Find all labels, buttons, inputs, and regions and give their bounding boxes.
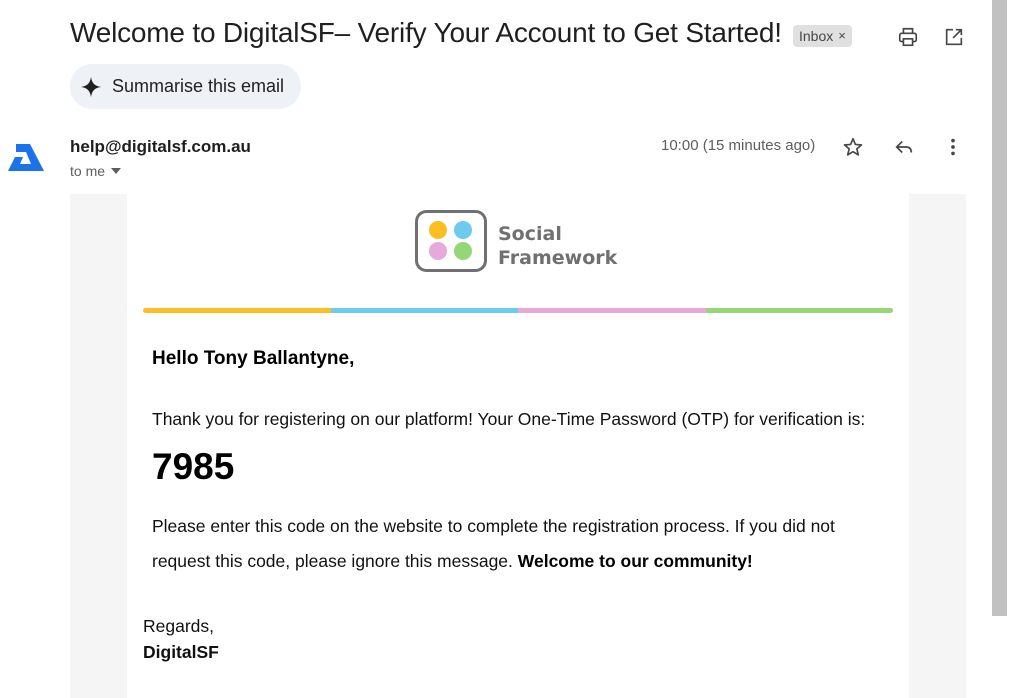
label-text: Inbox (799, 28, 834, 44)
print-icon (898, 27, 918, 47)
open-in-new-window-button[interactable] (942, 25, 966, 49)
stripe-blue (331, 308, 518, 313)
recipient-details-toggle[interactable]: to me (70, 163, 122, 179)
logo-text-social: Social (498, 223, 562, 245)
star-button[interactable] (841, 135, 865, 159)
signature-text: DigitalSF (143, 642, 219, 662)
social-framework-logo: Social Framework (415, 210, 618, 272)
logo-text-framework: Framework (498, 247, 618, 269)
thanks-text: Thank you for registering on our platfor… (152, 409, 866, 429)
stripe-yellow (143, 308, 331, 313)
recipient-label: to me (70, 163, 106, 179)
summarise-label: Summarise this email (112, 76, 285, 96)
sparkle-icon (80, 76, 102, 97)
welcome-text: Welcome to our community! (517, 551, 753, 571)
print-button[interactable] (896, 25, 920, 49)
inbox-label-badge[interactable]: Inbox × (793, 25, 852, 47)
instructions-paragraph: Please enter this code on the website to… (152, 509, 882, 579)
reply-button[interactable] (891, 135, 917, 159)
email-timestamp: 10:00 (15 minutes ago) (661, 137, 816, 154)
open-in-new-icon (945, 28, 963, 46)
star-icon (843, 137, 863, 156)
regards-text: Regards, (143, 616, 215, 636)
more-options-button[interactable] (941, 135, 965, 159)
greeting: Hello Tony Ballantyne, (152, 348, 355, 369)
email-subject: Welcome to DigitalSF– Verify Your Accoun… (70, 17, 782, 48)
stripe-pink (518, 308, 706, 313)
otp-code: 7985 (152, 446, 235, 487)
more-vert-icon (951, 138, 955, 156)
reply-icon (895, 140, 913, 154)
sender-avatar (8, 144, 44, 171)
remove-label-button[interactable]: × (838, 25, 846, 47)
summarise-email-button[interactable]: Summarise this email (70, 64, 301, 109)
scrollbar-thumb[interactable] (992, 0, 1007, 616)
chevron-down-icon (111, 168, 122, 174)
sender-email: help@digitalsf.com.au (70, 137, 251, 156)
stripe-green (706, 308, 893, 313)
